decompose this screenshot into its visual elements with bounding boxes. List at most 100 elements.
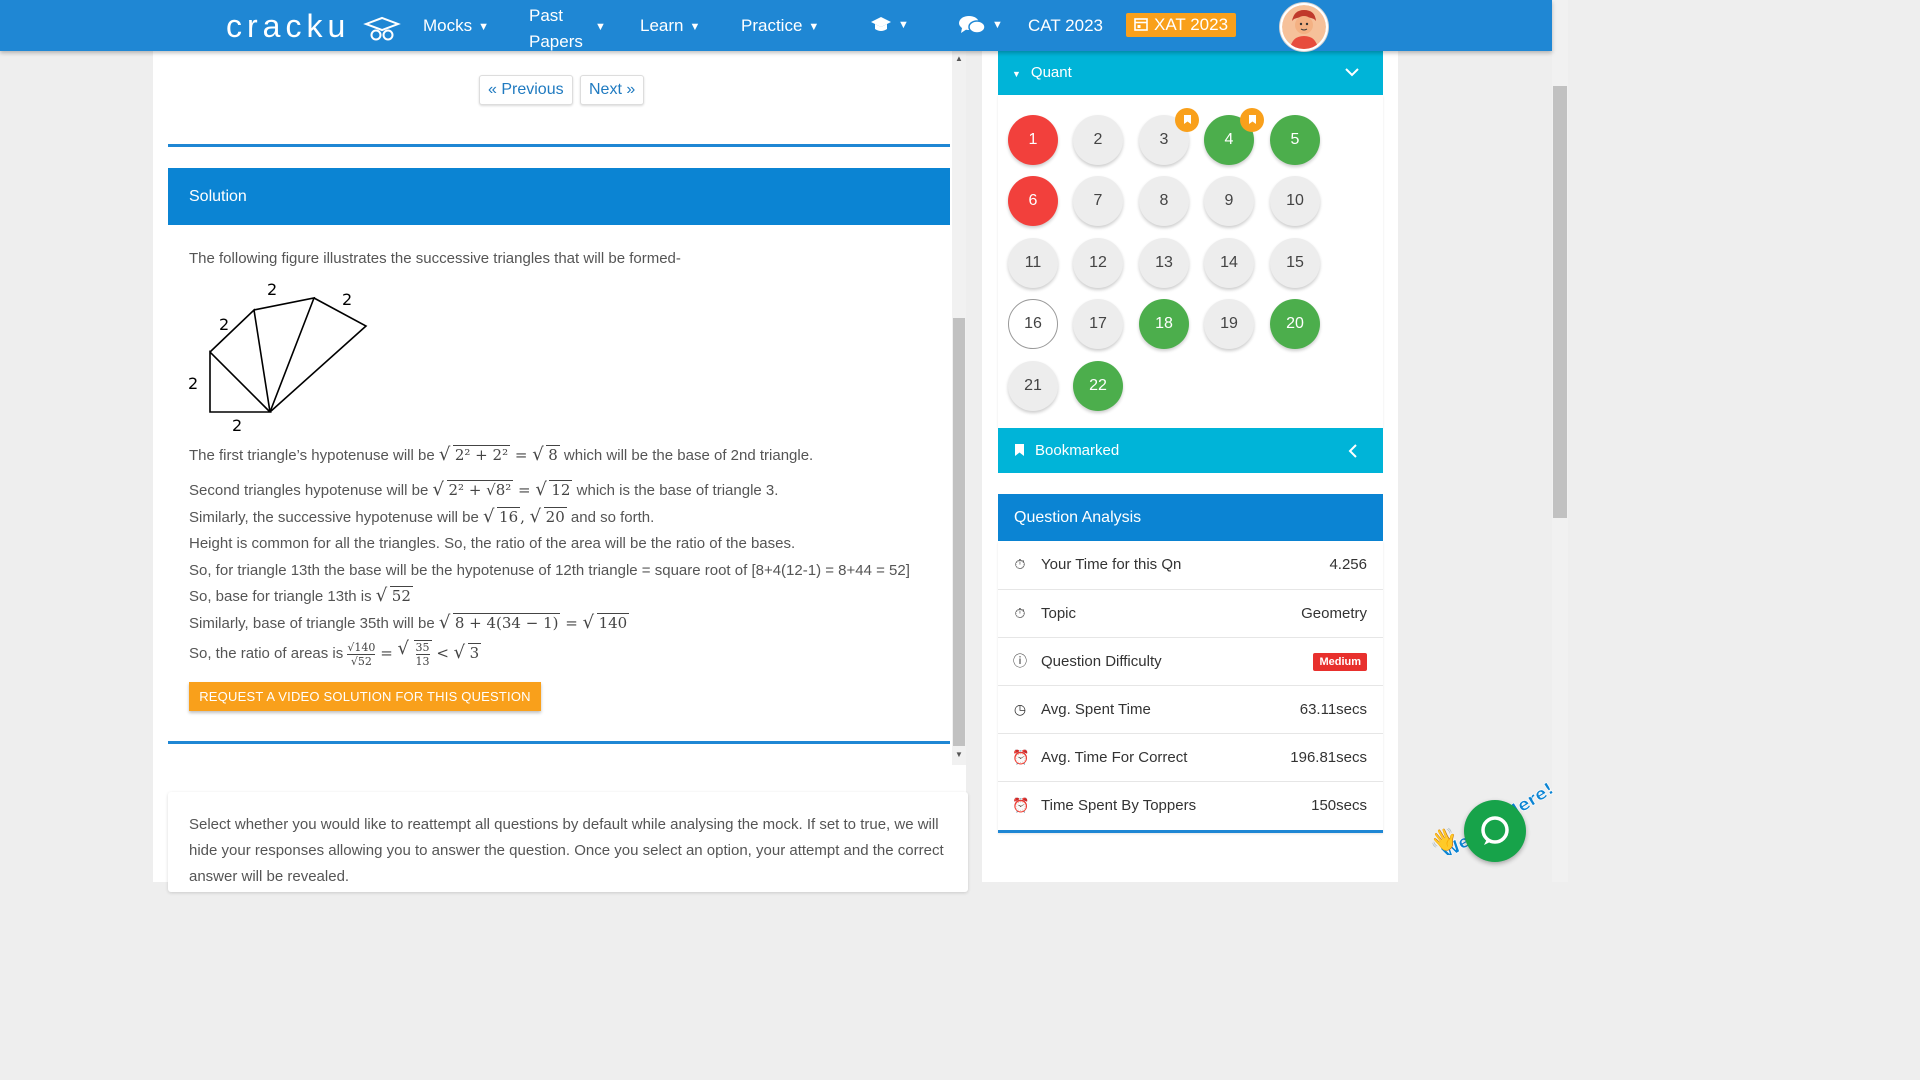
question-number-button[interactable]: 9 (1204, 176, 1254, 226)
question-number-button[interactable]: 17 (1073, 299, 1123, 349)
nav-courses[interactable]: ▼ (870, 14, 909, 35)
past-papers-dropdown[interactable]: ▼ (589, 16, 606, 36)
question-number-button[interactable]: 7 (1073, 176, 1123, 226)
question-number-button[interactable]: 3 (1139, 108, 1199, 165)
question-number-button[interactable]: 22 (1073, 361, 1123, 411)
line8-text: So, the ratio of areas is (189, 645, 348, 662)
line1-result: 8 (546, 445, 560, 464)
solution-scrollbar-thumb[interactable] (953, 318, 965, 746)
question-number-button[interactable]: 16 (1008, 299, 1058, 349)
logo-text: cracku (226, 8, 351, 44)
nav-past-papers[interactable]: Past Papers (529, 3, 583, 55)
question-number-button[interactable]: 21 (1008, 361, 1058, 411)
question-number-button[interactable]: 8 (1139, 176, 1189, 226)
quant-section-header[interactable]: ▼ Quant (998, 51, 1383, 95)
graduation-cap-icon (363, 16, 401, 41)
line8-less-than: < (431, 644, 454, 662)
chevron-down-icon (1345, 68, 1359, 77)
scroll-down-arrow-icon[interactable]: ▼ (952, 750, 966, 759)
analysis-value: 196.81secs (1290, 749, 1367, 766)
analysis-value: 4.256 (1329, 556, 1367, 573)
question-number-button[interactable]: 6 (1008, 176, 1058, 226)
analysis-row-difficulty: ⓘ Question Difficulty Medium (998, 637, 1383, 685)
analysis-value: 63.11secs (1299, 701, 1367, 718)
nav-practice[interactable]: Practice ▼ (741, 16, 819, 36)
question-number-button[interactable]: 15 (1270, 238, 1320, 288)
solution-line-8: So, the ratio of areas is √140 √52 = 351… (189, 638, 482, 668)
line6-sqrt: 52 (376, 585, 413, 606)
previous-button[interactable]: « Previous (479, 75, 573, 105)
nav-mocks[interactable]: Mocks ▼ (423, 16, 489, 36)
bookmarked-section-header[interactable]: Bookmarked (998, 428, 1383, 473)
question-number-button[interactable]: 12 (1073, 238, 1123, 288)
solution-line-4: Height is common for all the triangles. … (189, 535, 796, 552)
chat-button[interactable] (1464, 800, 1526, 862)
chevron-down-icon: ▼ (992, 19, 1003, 31)
question-number-button[interactable]: 20 (1270, 299, 1320, 349)
line6-root: 52 (389, 586, 413, 605)
question-number-button[interactable]: 19 (1204, 299, 1254, 349)
question-number-label: 4 (1224, 131, 1234, 148)
cracku-logo[interactable]: cracku (226, 8, 402, 45)
analysis-label: Avg. Time For Correct (1041, 749, 1188, 766)
line2-radicand: 2² + √8² (446, 480, 514, 499)
nav-cat-2023[interactable]: CAT 2023 (1028, 16, 1103, 36)
question-number-label: 2 (1093, 131, 1103, 148)
analysis-label: Question Difficulty (1041, 653, 1162, 670)
question-number-button[interactable]: 10 (1270, 176, 1320, 226)
bookmark-icon (1175, 108, 1199, 132)
line8-denominator: √52 (350, 654, 372, 668)
question-number-label: 16 (1024, 315, 1042, 332)
difficulty-badge: Medium (1313, 653, 1367, 672)
question-number-label: 17 (1089, 315, 1107, 332)
line8-result-sqrt: 3 (454, 642, 482, 663)
line8-inner-num: 35 (415, 641, 430, 655)
question-number-button[interactable]: 4 (1204, 108, 1264, 165)
solution-line-6: So, base for triangle 13th is 52 (189, 585, 413, 606)
calendar-icon (1134, 18, 1148, 31)
question-number-label: 20 (1286, 315, 1304, 332)
figure-label-top: 2 (267, 280, 277, 299)
solution-line-7: Similarly, base of triangle 35th will be… (189, 612, 630, 633)
question-number-label: 6 (1028, 192, 1038, 209)
solution-line-1: The first triangle’s hypotenuse will be … (189, 444, 813, 465)
graduation-cap-icon (871, 16, 891, 31)
line8-inner-den: 13 (415, 655, 430, 668)
question-number-label: 14 (1220, 254, 1238, 271)
request-video-solution-button[interactable]: REQUEST A VIDEO SOLUTION FOR THIS QUESTI… (189, 682, 541, 711)
user-avatar[interactable] (1280, 3, 1328, 51)
analysis-row-your-time: ⏱ Your Time for this Qn 4.256 (998, 541, 1383, 589)
line7-radicand: 8 + 4(34 − 1) (452, 613, 561, 632)
question-number-label: 3 (1159, 131, 1169, 148)
question-number-button[interactable]: 13 (1139, 238, 1189, 288)
line3-root-2: 20 (543, 507, 567, 526)
next-button[interactable]: Next » (580, 75, 645, 105)
comments-icon (959, 16, 986, 34)
question-number-button[interactable]: 18 (1139, 299, 1189, 349)
nav-forum[interactable]: ▼ (958, 14, 1003, 36)
line8-fraction: √140 √52 (347, 641, 376, 668)
question-number-button[interactable]: 1 (1008, 115, 1058, 165)
solution-line-2: Second triangles hypotenuse will be 2² +… (189, 479, 778, 500)
question-number-button[interactable]: 11 (1008, 238, 1058, 288)
page-scrollbar-thumb[interactable] (1553, 86, 1567, 518)
stopwatch-icon: ⏱ (1014, 605, 1026, 621)
top-navbar: cracku Mocks ▼ Past Papers ▼ Learn ▼ Pract… (0, 0, 1552, 51)
nav-learn-label: Learn (640, 16, 684, 35)
analysis-row-avg-spent: ◷ Avg. Spent Time 63.11secs (998, 685, 1383, 733)
waving-hand-icon: 👋 (1430, 827, 1457, 853)
nav-practice-label: Practice (741, 16, 803, 35)
question-number-button[interactable]: 14 (1204, 238, 1254, 288)
chevron-down-icon: ▼ (898, 18, 909, 31)
nav-xat-2023[interactable]: XAT 2023 (1126, 13, 1237, 37)
scroll-up-arrow-icon[interactable]: ▲ (952, 54, 966, 63)
question-number-button[interactable]: 5 (1270, 115, 1320, 165)
solution-bottom-divider (168, 741, 950, 744)
question-number-button[interactable]: 2 (1073, 115, 1123, 165)
analysis-row-toppers: ⏰ Time Spent By Toppers 150secs (998, 781, 1383, 829)
nav-learn[interactable]: Learn ▼ (640, 16, 700, 36)
question-number-label: 5 (1290, 131, 1300, 148)
analysis-value: 150secs (1311, 797, 1367, 814)
bookmark-icon (1240, 108, 1264, 132)
triangles-figure: 2 2 2 2 2 (188, 280, 368, 435)
